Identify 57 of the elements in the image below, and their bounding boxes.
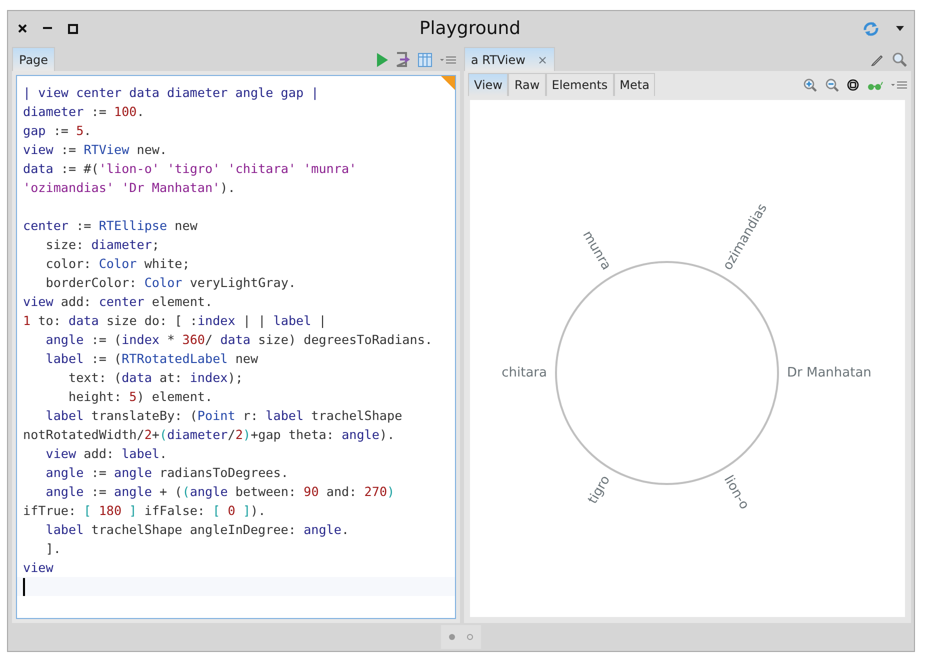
code-line: size: diameter; (44, 236, 161, 254)
glasses-icon[interactable] (867, 80, 883, 90)
view-tab[interactable]: a RTView × (464, 47, 555, 71)
code-line: label := (RTRotatedLabel new (44, 350, 260, 368)
sub-tab[interactable]: View (468, 73, 508, 96)
code-line: color: Color white; (44, 255, 191, 273)
fit-icon[interactable] (847, 79, 859, 91)
code-line: view := RTView new. (23, 141, 168, 159)
caret-icon[interactable] (896, 26, 904, 31)
window-title: Playground (418, 18, 522, 40)
zoom-out-icon[interactable] (825, 78, 839, 92)
close-icon[interactable]: × (537, 50, 548, 68)
sub-tab[interactable]: Meta (614, 73, 656, 96)
menu-icon[interactable] (440, 54, 456, 64)
code-line: gap := 5. (23, 122, 92, 140)
node-label: chitara (502, 366, 547, 380)
code-line: 1 to: data size do: [ :index | | label | (23, 312, 328, 330)
page-dot[interactable] (449, 634, 455, 640)
code-line: ifTrue: [ 180 ] ifFalse: [ 0 ]). (23, 502, 267, 520)
code-line: notRotatedWidth/2+(diameter/2)+gap theta: angle). (23, 426, 396, 444)
code-line: borderColor: Color veryLightGray. (44, 274, 297, 292)
code-line: label trachelShape angleInDegree: angle. (44, 521, 350, 539)
sub-tab[interactable]: Raw (508, 73, 546, 96)
code-line: 'ozimandias' 'Dr Manhatan'). (23, 179, 236, 197)
code-line: angle := angle radiansToDegrees. (44, 464, 290, 482)
refresh-icon[interactable] (862, 20, 880, 36)
search-icon[interactable] (892, 52, 907, 67)
code-line: label translateBy: (Point r: label trachelShape (44, 407, 404, 425)
page-dot[interactable] (467, 634, 473, 640)
code-line: angle := (index * 360/ data size) degreesToRadians. (44, 331, 434, 349)
run-icon[interactable] (377, 52, 388, 66)
code-line: view (23, 559, 54, 577)
code-line: height: 5) element. (67, 388, 214, 406)
minimize-icon[interactable] (43, 27, 52, 30)
code-line: diameter := 100. (23, 103, 146, 121)
code-line: angle := angle + ((angle between: 90 and: 270) (44, 483, 396, 501)
sub-tab[interactable]: Elements (546, 73, 614, 96)
code-line: view add: center element. (23, 293, 214, 311)
node-label: Dr Manhatan (787, 366, 872, 380)
tab-label: a RTView (471, 52, 526, 68)
text-cursor (23, 578, 25, 596)
code-line: | view center data diameter angle gap | (23, 84, 320, 102)
zoom-in-icon[interactable] (803, 78, 817, 92)
maximize-icon[interactable] (68, 24, 78, 34)
code-line: ]. (44, 540, 62, 558)
columns-icon[interactable] (418, 52, 432, 66)
code-line: data := #('lion-o' 'tigro' 'chitara' 'munra' (23, 160, 358, 178)
page-tab[interactable]: Page (12, 47, 56, 71)
export-icon[interactable] (396, 52, 410, 67)
close-icon[interactable] (18, 24, 27, 33)
code-line: view add: label. (44, 445, 168, 463)
code-line: center := RTEllipse new (23, 217, 198, 235)
code-line: text: (data at: index); (67, 369, 244, 387)
menu-icon[interactable] (891, 80, 907, 90)
corner-marker (441, 76, 455, 90)
code-editor[interactable] (16, 75, 456, 619)
pencil-icon[interactable] (871, 53, 884, 66)
